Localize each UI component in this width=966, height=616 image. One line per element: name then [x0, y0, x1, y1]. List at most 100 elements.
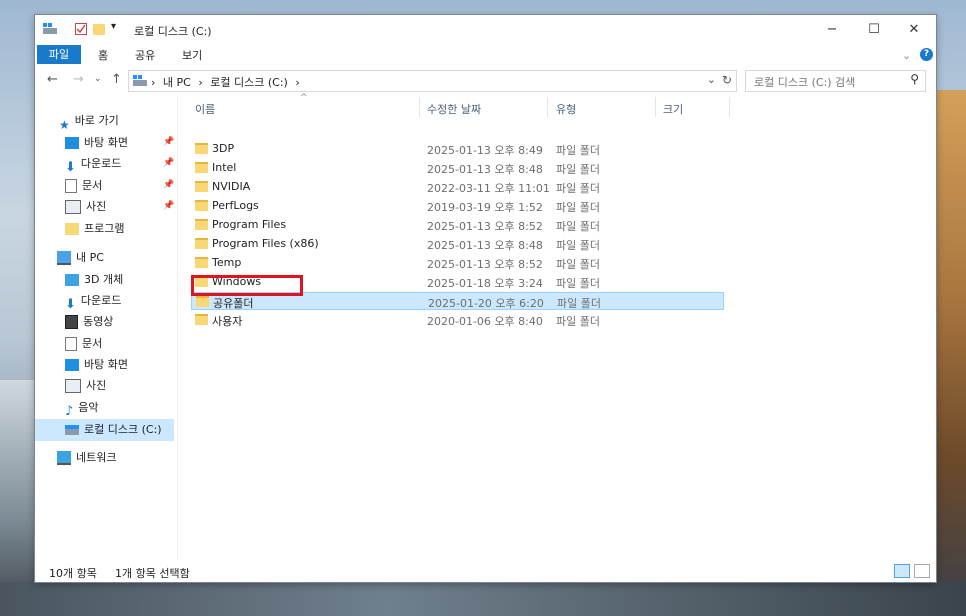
file-modified: 2025-01-18 오후 3:24 — [427, 277, 543, 290]
tab-file[interactable]: 파일 — [37, 45, 81, 64]
file-type: 파일 폴더 — [556, 220, 600, 233]
ribbon-expand-icon[interactable]: ⌄ — [902, 47, 911, 64]
sort-ascending-icon: ^ — [300, 93, 308, 103]
table-row[interactable]: NVIDIA 2022-03-11 오후 11:01 파일 폴더 — [191, 178, 724, 196]
up-arrow-icon[interactable]: ↑ — [111, 72, 122, 87]
column-header-type[interactable]: 유형 — [556, 101, 576, 117]
nav-item-documents[interactable]: 문서 — [65, 176, 102, 196]
pin-icon[interactable]: 📌 — [163, 137, 174, 147]
tab-view[interactable]: 보기 — [182, 47, 202, 64]
column-divider[interactable] — [655, 97, 656, 117]
nav-item-programs[interactable]: 프로그램 — [65, 219, 124, 239]
large-icons-view-icon[interactable] — [914, 564, 930, 578]
search-icon[interactable]: ⚲ — [910, 72, 919, 86]
nav-label: 네트워크 — [76, 451, 117, 464]
nav-network[interactable]: 네트워크 — [57, 448, 116, 468]
column-divider[interactable] — [547, 97, 548, 117]
nav-label: 3D 개체 — [84, 273, 124, 286]
folder-icon — [65, 223, 79, 235]
nav-this-pc[interactable]: 내 PC — [57, 248, 104, 268]
search-input[interactable]: 로컬 디스크 (C:) 검색 — [754, 74, 855, 90]
file-name: NVIDIA — [212, 180, 251, 193]
document-icon — [65, 337, 77, 351]
column-header-size[interactable]: 크기 — [663, 101, 683, 117]
nav-item-pc-documents[interactable]: 문서 — [65, 334, 102, 354]
table-row[interactable]: Program Files (x86) 2025-01-13 오후 8:48 파… — [191, 235, 724, 253]
quick-access-dropdown-icon[interactable]: ▾ — [111, 21, 116, 32]
refresh-icon[interactable]: ↻ — [722, 73, 732, 87]
table-row[interactable]: 사용자 2020-01-06 오후 8:40 파일 폴더 — [191, 311, 724, 329]
file-type: 파일 폴더 — [556, 315, 600, 328]
document-icon — [65, 179, 77, 193]
details-view-icon[interactable] — [894, 564, 910, 578]
file-modified: 2025-01-13 오후 8:52 — [427, 258, 543, 271]
breadcrumb: › 내 PC › 로컬 디스크 (C:) › — [151, 74, 300, 90]
folder-icon — [195, 238, 208, 249]
file-modified: 2025-01-13 오후 8:49 — [427, 144, 543, 157]
file-list: ^ 이름 수정한 날짜 유형 크기 3DP 2025-01-13 오후 8:49… — [183, 93, 936, 560]
nav-item-pc-desktop[interactable]: 바탕 화면 — [65, 355, 128, 375]
nav-label: 사진 — [86, 200, 107, 213]
nav-item-desktop[interactable]: 바탕 화면 — [65, 133, 128, 153]
column-divider[interactable] — [729, 97, 730, 117]
window-title: 로컬 디스크 (C:) — [134, 25, 212, 38]
pictures-icon — [65, 200, 81, 214]
pin-icon[interactable]: 📌 — [163, 201, 174, 211]
search-box[interactable]: 로컬 디스크 (C:) 검색 ⚲ — [745, 70, 926, 92]
desktop-background-bottom — [0, 582, 966, 616]
file-type: 파일 폴더 — [556, 239, 600, 252]
file-type: 파일 폴더 — [556, 277, 600, 290]
nav-label: 음악 — [78, 401, 99, 414]
tab-home[interactable]: 홈 — [98, 47, 108, 64]
nav-label: 문서 — [82, 179, 103, 192]
back-arrow-icon[interactable]: ← — [47, 72, 58, 87]
address-row: ← → ⌄ ↑ › 내 PC › 로컬 디스크 (C:) › ⌄ ↻ 로컬 디스… — [35, 70, 936, 92]
breadcrumb-local-disk[interactable]: 로컬 디스크 (C:) — [210, 76, 288, 89]
nav-item-3d-objects[interactable]: 3D 개체 — [65, 270, 123, 290]
forward-arrow-icon[interactable]: → — [73, 72, 84, 87]
folder-icon — [195, 219, 208, 230]
tab-share[interactable]: 공유 — [135, 47, 155, 64]
pin-icon[interactable]: 📌 — [163, 180, 174, 190]
file-explorer-window: ▾ 로컬 디스크 (C:) − ☐ ✕ 파일 홈 공유 보기 ⌄ ? ← → ⌄… — [35, 15, 936, 582]
help-icon[interactable]: ? — [920, 48, 933, 61]
nav-label: 다운로드 — [80, 294, 122, 307]
address-bar[interactable]: › 내 PC › 로컬 디스크 (C:) › ⌄ ↻ — [128, 70, 737, 92]
nav-item-pc-downloads[interactable]: ⬇ 다운로드 — [65, 291, 122, 312]
nav-item-music[interactable]: ♪ 음악 — [65, 398, 99, 419]
file-modified: 2022-03-11 오후 11:01 — [427, 182, 550, 195]
nav-label: 문서 — [82, 337, 103, 350]
table-row[interactable]: 3DP 2025-01-13 오후 8:49 파일 폴더 — [191, 140, 724, 158]
breadcrumb-this-pc[interactable]: 내 PC — [163, 76, 191, 89]
file-name: Program Files (x86) — [212, 237, 319, 250]
minimize-button[interactable]: − — [817, 20, 847, 40]
column-header-name[interactable]: 이름 — [195, 101, 215, 117]
file-type: 파일 폴더 — [556, 163, 600, 176]
table-row[interactable]: Intel 2025-01-13 오후 8:48 파일 폴더 — [191, 159, 724, 177]
nav-label: 동영상 — [83, 315, 114, 328]
table-row[interactable]: Program Files 2025-01-13 오후 8:52 파일 폴더 — [191, 216, 724, 234]
properties-check-icon[interactable] — [75, 23, 87, 35]
breadcrumb-separator: › — [295, 76, 300, 89]
file-name: 공유폴더 — [213, 297, 254, 310]
column-header-modified[interactable]: 수정한 날짜 — [427, 101, 481, 117]
nav-item-pc-pictures[interactable]: 사진 — [65, 376, 106, 396]
drive-icon[interactable] — [43, 23, 57, 35]
folder-icon — [196, 296, 209, 307]
nav-item-videos[interactable]: 동영상 — [65, 312, 113, 332]
nav-item-pictures[interactable]: 사진 — [65, 197, 106, 217]
close-button[interactable]: ✕ — [899, 20, 929, 40]
pin-icon[interactable]: 📌 — [163, 158, 174, 168]
recent-dropdown-icon[interactable]: ⌄ — [94, 74, 102, 84]
nav-quick-access[interactable]: ★ 바로 가기 — [59, 111, 119, 132]
maximize-button[interactable]: ☐ — [859, 20, 889, 40]
new-folder-icon[interactable] — [93, 23, 105, 35]
music-icon: ♪ — [65, 404, 74, 419]
table-row[interactable]: Temp 2025-01-13 오후 8:52 파일 폴더 — [191, 254, 724, 272]
table-row[interactable]: PerfLogs 2019-03-19 오후 1:52 파일 폴더 — [191, 197, 724, 215]
file-type: 파일 폴더 — [556, 144, 600, 157]
nav-item-downloads[interactable]: ⬇ 다운로드 — [65, 154, 121, 175]
column-divider[interactable] — [419, 97, 420, 117]
address-dropdown-icon[interactable]: ⌄ — [707, 73, 716, 86]
nav-item-local-disk[interactable]: 로컬 디스크 (C:) — [65, 420, 162, 440]
